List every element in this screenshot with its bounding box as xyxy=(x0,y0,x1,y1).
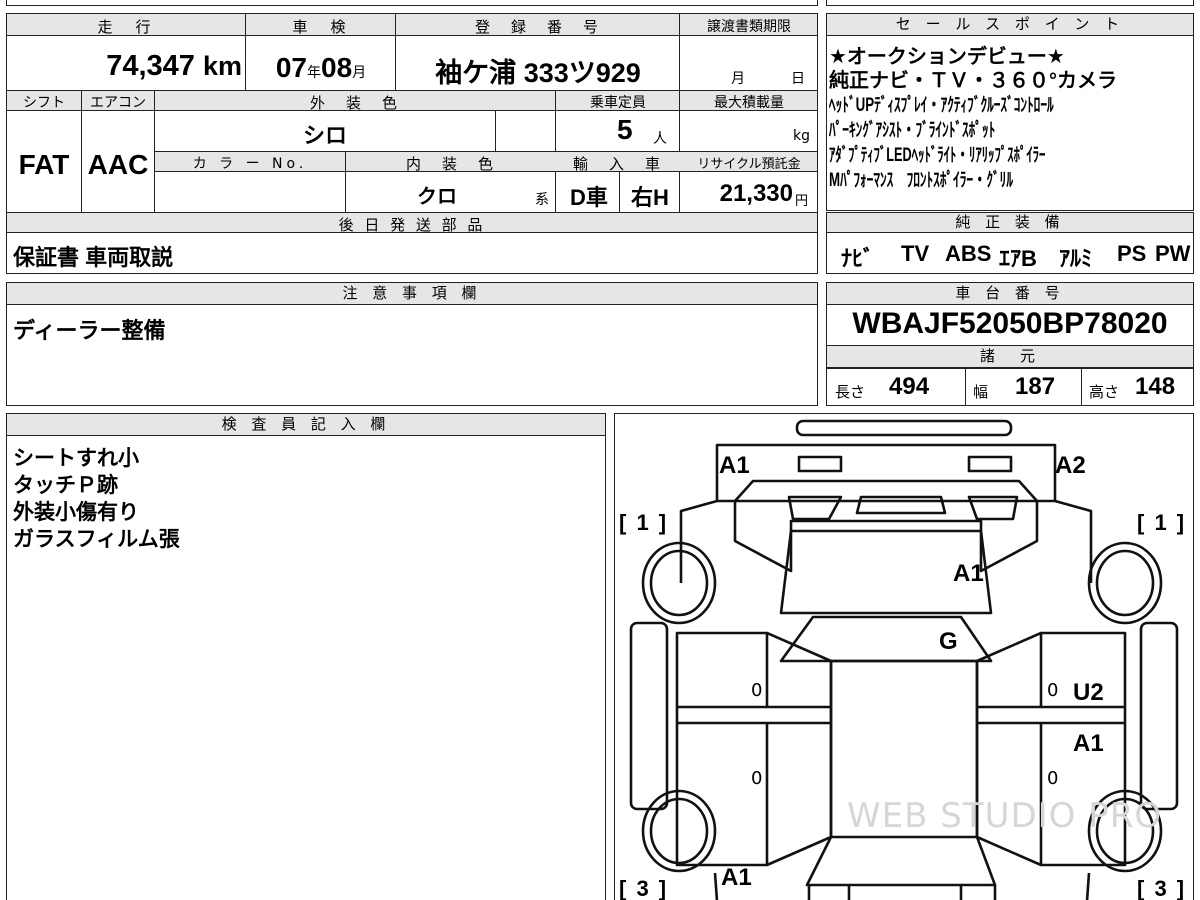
damage-mark-right-rear-door: A1 xyxy=(1073,730,1104,757)
inspector-label: 検 査 員 記 入 欄 xyxy=(7,414,605,436)
shift-value: FAT xyxy=(18,149,70,180)
tire-mark-front-right: [ 1 ] xyxy=(1137,510,1187,535)
transfer-day-unit: 日 xyxy=(791,71,805,87)
shaken-value: 07年08月 xyxy=(275,52,367,83)
capacity-label: 乗車定員 xyxy=(590,95,646,111)
transfer-label: 譲渡書類期限 xyxy=(707,19,791,35)
notes-value: ディーラー整備 xyxy=(13,318,166,343)
interior-label: 内 装 色 xyxy=(405,155,496,173)
equipment-item: ｱﾙﾐ xyxy=(1059,246,1093,271)
damage-mark-hood: A1 xyxy=(953,560,984,587)
inspector-line: シートすれ小 xyxy=(13,447,139,470)
car-diagram-box: WEB STUDIO PRO A1 A2 A1 G U2 A1 A1 [ 1 ]… xyxy=(614,413,1194,900)
equipment-item: PW xyxy=(1155,241,1191,266)
door-zero: 0 xyxy=(1047,768,1059,789)
maxload-label: 最大積載量 xyxy=(714,95,784,111)
sales-point-label: セ ー ル ス ポ イ ン ト xyxy=(827,14,1193,36)
recycle-label: リサイクル預託金 xyxy=(697,157,801,172)
exterior-value: シロ xyxy=(302,123,347,148)
equipment-item: ABS xyxy=(945,241,992,266)
shaken-label: 車 検 xyxy=(292,18,350,36)
inspector-line: ガラスフィルム張 xyxy=(13,528,180,551)
chassis-value: WBAJF52050BP78020 xyxy=(852,307,1168,340)
length-label: 長さ xyxy=(835,383,866,401)
equipment-item: TV xyxy=(901,241,930,266)
handle-value: 右H xyxy=(631,185,669,210)
damage-mark-front-left: A1 xyxy=(719,452,750,479)
colorno-label: カ ラ ー No. xyxy=(192,156,308,172)
plate-label: 登 録 番 号 xyxy=(474,18,601,36)
door-zero: 0 xyxy=(1047,680,1059,701)
sales-line: ﾊﾟｰｷﾝｸﾞｱｼｽﾄ・ﾌﾞﾗｲﾝﾄﾞｽﾎﾟｯﾄ xyxy=(829,120,996,141)
sales-line: ｱﾀﾞﾌﾟﾃｨﾌﾞLEDﾍｯﾄﾞﾗｲﾄ・ﾘｱﾘｯﾌﾟｽﾎﾟｲﾗｰ xyxy=(829,145,1046,166)
equipment-label: 純 正 装 備 xyxy=(827,213,1193,233)
import-label: 輸 入 車 xyxy=(572,155,663,173)
capacity-value: 5 xyxy=(617,114,633,145)
door-zero: 0 xyxy=(751,680,763,701)
sales-line: ﾍｯﾄﾞUPﾃﾞｨｽﾌﾟﾚｲ・ｱｸﾃｨﾌﾞｸﾙｰｽﾞｺﾝﾄﾛｰﾙ xyxy=(829,95,1054,116)
top-cutoff-strip-right xyxy=(826,0,1194,6)
height-label: 高さ xyxy=(1089,383,1120,401)
height-value: 148 xyxy=(1135,373,1176,400)
damage-mark-rear-left: A1 xyxy=(721,864,752,891)
mileage-value: 74,347 km xyxy=(106,50,242,82)
recycle-value: 21,330 xyxy=(719,180,793,207)
door-zero: 0 xyxy=(751,768,763,789)
equipment-item: PS xyxy=(1117,241,1147,266)
aircon-value: AAC xyxy=(87,149,149,180)
damage-mark-front-right: A2 xyxy=(1055,452,1086,479)
width-label: 幅 xyxy=(973,383,989,401)
later-parts-label: 後 日 発 送 部 品 xyxy=(338,216,486,234)
maxload-unit: kg xyxy=(793,128,810,144)
equipment-box: 純 正 装 備 ﾅﾋﾞ TV ABS ｴｱB ｱﾙﾐ PS PW xyxy=(826,212,1194,274)
inspector-line: タッチＰ跡 xyxy=(13,474,118,497)
chassis-label: 車 台 番 号 xyxy=(827,283,1193,305)
tire-mark-front-left: [ 1 ] xyxy=(619,510,669,535)
top-cutoff-strip xyxy=(6,0,818,6)
aircon-label: エアコン xyxy=(90,95,146,111)
width-value: 187 xyxy=(1015,373,1056,400)
transfer-month-unit: 月 xyxy=(731,71,745,87)
tire-mark-rear-left: [ 3 ] xyxy=(619,876,669,900)
equipment-item: ﾅﾋﾞ xyxy=(841,246,875,271)
mileage-label: 走 行 xyxy=(97,18,155,36)
vehicle-info-table: 走 行 車 検 登 録 番 号 譲渡書類期限 74,347 km 07年08月 … xyxy=(6,13,818,274)
sales-line: Mﾊﾟﾌｫｰﾏﾝｽ ﾌﾛﾝﾄｽﾎﾟｲﾗｰ・ｸﾞﾘﾙ xyxy=(829,170,1013,191)
sales-line: 純正ナビ・ＴＶ・３６０°カメラ xyxy=(829,70,1117,92)
inspector-line: 外装小傷有り xyxy=(13,501,139,524)
length-value: 494 xyxy=(889,373,930,400)
recycle-unit: 円 xyxy=(795,194,809,209)
sales-point-box: セ ー ル ス ポ イ ン ト ★オークションデビュー★ 純正ナビ・ＴＶ・３６０… xyxy=(826,13,1194,211)
dimensions-label: 諸 元 xyxy=(827,346,1193,368)
inspector-box: 検 査 員 記 入 欄 シートすれ小 タッチＰ跡 外装小傷有り ガラスフィルム張 xyxy=(6,413,606,900)
interior-value: クロ xyxy=(417,186,457,208)
exterior-label: 外 装 色 xyxy=(309,94,400,112)
notes-label: 注 意 事 項 欄 xyxy=(7,283,817,305)
equipment-item: ｴｱB xyxy=(999,246,1037,271)
interior-suffix: 系 xyxy=(535,192,549,208)
chassis-box: 車 台 番 号 WBAJF52050BP78020 諸 元 長さ 494 幅 1… xyxy=(826,282,1194,406)
damage-mark-windshield: G xyxy=(939,628,958,655)
watermark: WEB STUDIO PRO xyxy=(847,796,1163,836)
import-value: D車 xyxy=(570,185,608,210)
tire-mark-rear-right: [ 3 ] xyxy=(1137,876,1187,900)
capacity-unit: 人 xyxy=(653,131,667,147)
later-parts-value: 保証書 車両取説 xyxy=(13,245,174,270)
damage-mark-right-front-door: U2 xyxy=(1073,679,1104,706)
notes-box: 注 意 事 項 欄 ディーラー整備 xyxy=(6,282,818,406)
shift-label: シフト xyxy=(23,95,65,111)
plate-value: 袖ケ浦 333ツ929 xyxy=(435,58,641,88)
